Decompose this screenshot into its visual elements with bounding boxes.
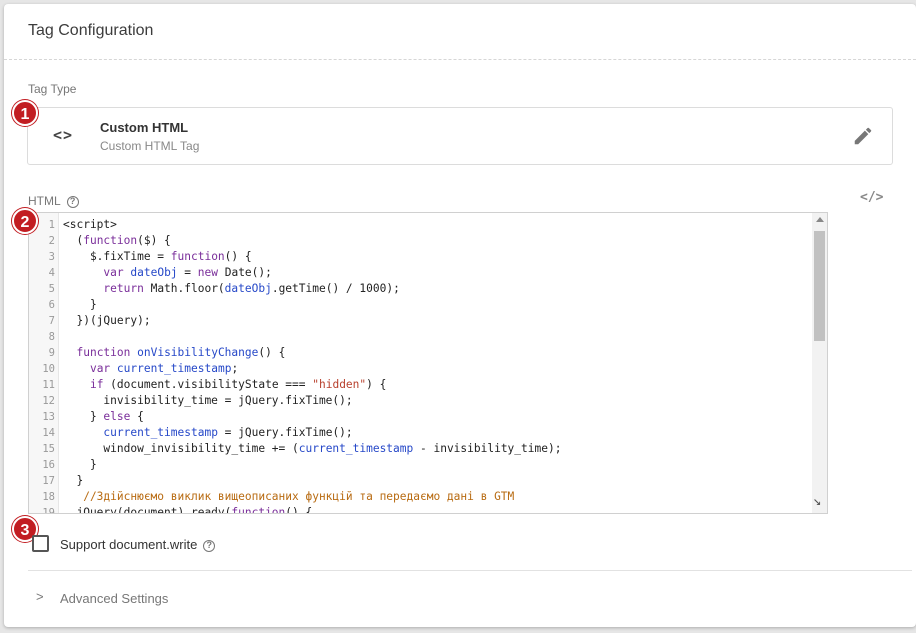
line-number: 19 (42, 507, 55, 514)
code-text: window_invisibility_time += (current_tim… (63, 442, 562, 455)
code-text: //Здійснюємо виклик вищеописаних функцій… (63, 490, 515, 503)
pencil-icon[interactable] (852, 125, 874, 147)
line-number: 8 (48, 331, 55, 343)
code-text: function onVisibilityChange() { (76, 346, 286, 359)
help-icon[interactable]: ? (66, 195, 79, 208)
tag-configuration-card: Tag Configuration Tag Type <> Custom HTM… (4, 4, 916, 627)
support-document-write-text: Support document.write (60, 537, 198, 552)
code-text: if (document.visibilityState === "hidden… (89, 378, 387, 391)
advanced-settings-toggle[interactable]: Advanced Settings (60, 591, 168, 606)
code-text: return Math.floor(dateObj.getTime() / 10… (103, 282, 400, 295)
line-number: 4 (48, 267, 55, 279)
html-section-label: HTML? (28, 194, 79, 208)
scroll-up-arrow-icon[interactable] (816, 217, 824, 222)
code-text: jQuery(document).ready(function() { (63, 506, 313, 514)
tag-type-subtitle: Custom HTML Tag (100, 139, 200, 153)
code-format-toggle-icon[interactable]: </> (860, 190, 883, 205)
line-number: 11 (42, 379, 55, 391)
step-badge-1: 1 (12, 100, 38, 126)
line-number: 14 (42, 427, 55, 439)
code-text: } (63, 474, 84, 487)
code-text: invisibility_time = jQuery.fixTime(); (63, 394, 353, 407)
divider (28, 570, 912, 571)
line-number: 13 (42, 411, 55, 423)
line-number: 18 (42, 491, 55, 503)
tag-type-selector[interactable]: <> Custom HTML Custom HTML Tag (27, 107, 893, 165)
support-document-write-checkbox[interactable] (32, 535, 49, 552)
card-title: Tag Configuration (4, 4, 916, 60)
code-text: (function($) { (63, 234, 171, 247)
support-document-write-label: Support document.write? (60, 537, 216, 552)
code-text: } else { (63, 410, 144, 423)
line-number: 15 (42, 443, 55, 455)
html-code-editor[interactable]: 1 <script> 2 (function($) {3 $.fixTime = f… (28, 212, 828, 514)
editor-scrollbar[interactable] (812, 213, 827, 513)
code-text: current_timestamp = jQuery.fixTime(); (103, 426, 353, 439)
chevron-right-icon[interactable]: > (36, 589, 44, 604)
line-number: 3 (48, 251, 55, 263)
code-text: $.fixTime = function() { (63, 250, 252, 263)
code-text: })(jQuery); (63, 314, 151, 327)
help-icon[interactable]: ? (203, 539, 216, 552)
html-label: HTML (28, 194, 61, 208)
line-number: 7 (48, 315, 55, 327)
resize-handle-icon[interactable]: ↘ (813, 493, 821, 509)
line-number: 6 (48, 299, 55, 311)
line-number: 12 (42, 395, 55, 407)
line-number: 9 (48, 347, 55, 359)
line-number: 16 (42, 459, 55, 471)
line-number: 10 (42, 363, 55, 375)
line-number: 2 (48, 235, 55, 247)
code-icon: <> (53, 126, 74, 144)
code-text: var current_timestamp; (89, 362, 239, 375)
code-text: } (63, 298, 97, 311)
tag-type-title: Custom HTML (100, 120, 189, 135)
scroll-thumb[interactable] (814, 231, 825, 341)
step-badge-2: 2 (12, 208, 38, 234)
code-text: <script> (63, 218, 117, 231)
line-number: 5 (48, 283, 55, 295)
code-text: } (63, 458, 97, 471)
tag-type-label: Tag Type (28, 82, 77, 96)
line-number: 17 (42, 475, 55, 487)
code-text: var dateObj = new Date(); (103, 266, 272, 279)
